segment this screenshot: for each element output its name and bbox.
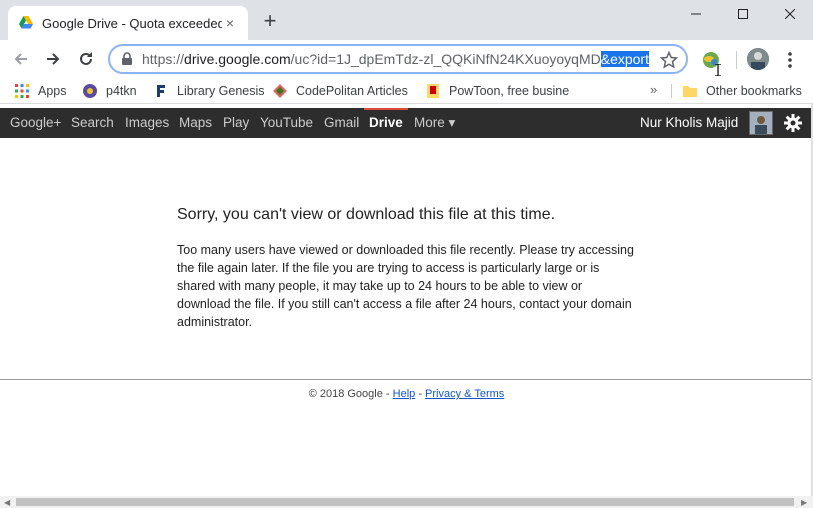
gbar-user-name[interactable]: Nur Kholis Majid: [640, 108, 738, 138]
other-bookmarks-label: Other bookmarks: [706, 84, 802, 98]
library-genesis-icon: [157, 85, 165, 97]
reload-button[interactable]: [73, 46, 99, 72]
other-bookmarks-folder[interactable]: Other bookmarks: [682, 81, 802, 101]
p4tkn-icon: [83, 84, 97, 98]
tab-title: Google Drive - Quota exceeded: [42, 15, 222, 31]
google-drive-icon: [19, 16, 33, 29]
bookmark-star-icon[interactable]: [660, 51, 678, 69]
gbar-search[interactable]: Search: [71, 108, 114, 138]
gbar-more[interactable]: More ▾: [414, 108, 455, 138]
tab-google-drive[interactable]: Google Drive - Quota exceeded ×: [8, 6, 248, 40]
toolbar-divider: [736, 51, 737, 69]
url-scheme: https://: [142, 51, 185, 67]
close-window-button[interactable]: [767, 0, 813, 28]
back-button[interactable]: [8, 46, 34, 72]
bookmark-label: Library Genesis: [177, 84, 265, 98]
bookmark-library-genesis[interactable]: Library Genesis: [153, 81, 265, 101]
bookmark-label: CodePolitan Articles: [296, 84, 408, 98]
new-tab-button[interactable]: +: [258, 10, 282, 34]
avatar-icon: [747, 48, 769, 70]
minimize-icon: [691, 13, 701, 15]
reload-icon: [80, 52, 92, 65]
gbar-images[interactable]: Images: [125, 108, 169, 138]
bookmarks-bar: Apps p4tkn Library Genesis CodePolitan A…: [0, 78, 813, 104]
profile-avatar[interactable]: [747, 48, 769, 70]
url-path: /uc?id=1J_dpEmTdz-zl_QQKiNfN24KXuoyoyqMD: [290, 51, 601, 67]
page-footer: © 2018 Google - Help - Privacy & Terms: [0, 388, 813, 400]
scroll-right-icon[interactable]: ▶: [801, 498, 807, 507]
horizontal-scrollbar[interactable]: ◀ ▶: [0, 496, 813, 508]
lock-icon: [122, 52, 132, 65]
scrollbar-thumb[interactable]: [16, 498, 794, 506]
privacy-terms-link[interactable]: Privacy & Terms: [425, 388, 504, 400]
url-text[interactable]: https://drive.google.com/uc?id=1J_dpEmTd…: [142, 51, 662, 67]
text-cursor-icon: [715, 64, 721, 76]
gbar-drive[interactable]: Drive: [369, 108, 403, 138]
minimize-button[interactable]: [673, 0, 719, 28]
address-bar[interactable]: https://drive.google.com/uc?id=1J_dpEmTd…: [108, 44, 688, 74]
maximize-button[interactable]: [720, 0, 766, 28]
bookmark-label: Apps: [38, 84, 67, 98]
menu-kebab-icon[interactable]: [781, 49, 799, 71]
arrow-left-icon: [14, 53, 27, 65]
bookmark-p4tkn[interactable]: p4tkn: [82, 81, 137, 101]
bookmarks-divider: [671, 84, 672, 98]
google-nav-bar: Google+ Search Images Maps Play YouTube …: [0, 108, 813, 138]
gbar-gmail[interactable]: Gmail: [324, 108, 359, 138]
powtoon-icon: [427, 84, 439, 98]
footer-separator: -: [415, 388, 426, 400]
browser-toolbar: https://drive.google.com/uc?id=1J_dpEmTd…: [0, 40, 813, 78]
apps-grid-icon: [15, 84, 29, 98]
user-photo-icon: [750, 112, 772, 134]
gbar-avatar[interactable]: [749, 111, 773, 135]
bookmark-label: p4tkn: [106, 84, 137, 98]
help-link[interactable]: Help: [393, 388, 416, 400]
bookmark-codepolitan[interactable]: CodePolitan Articles: [272, 81, 408, 101]
error-body: Too many users have viewed or downloaded…: [177, 243, 634, 329]
codepolitan-icon: [273, 84, 287, 98]
gbar-google-plus[interactable]: Google+: [10, 108, 61, 138]
bookmark-apps[interactable]: Apps: [14, 81, 67, 101]
bookmark-powtoon[interactable]: PowToon, free busine: [425, 81, 569, 101]
url-selection: &export: [600, 51, 649, 67]
close-icon: [785, 9, 795, 19]
forward-button[interactable]: [40, 46, 66, 72]
bookmark-label: PowToon, free busine: [449, 84, 570, 98]
gbar-youtube[interactable]: YouTube: [260, 108, 313, 138]
bookmarks-overflow-button[interactable]: »: [650, 82, 657, 97]
maximize-icon: [738, 9, 748, 19]
error-heading: Sorry, you can't view or download this f…: [177, 206, 556, 223]
gbar-play[interactable]: Play: [223, 108, 249, 138]
url-host: drive.google.com: [184, 51, 291, 67]
arrow-right-icon: [47, 53, 60, 65]
quota-message: Sorry, you can't view or download this f…: [177, 205, 637, 331]
folder-icon: [683, 86, 697, 97]
footer-copyright: © 2018 Google: [308, 388, 383, 400]
footer-separator: -: [382, 388, 393, 400]
footer-divider: [0, 379, 813, 380]
gbar-maps[interactable]: Maps: [179, 108, 212, 138]
tab-strip: Google Drive - Quota exceeded × +: [0, 0, 813, 40]
gear-icon[interactable]: [783, 113, 803, 133]
scroll-left-icon[interactable]: ◀: [4, 498, 10, 507]
tab-close-icon[interactable]: ×: [222, 15, 238, 31]
